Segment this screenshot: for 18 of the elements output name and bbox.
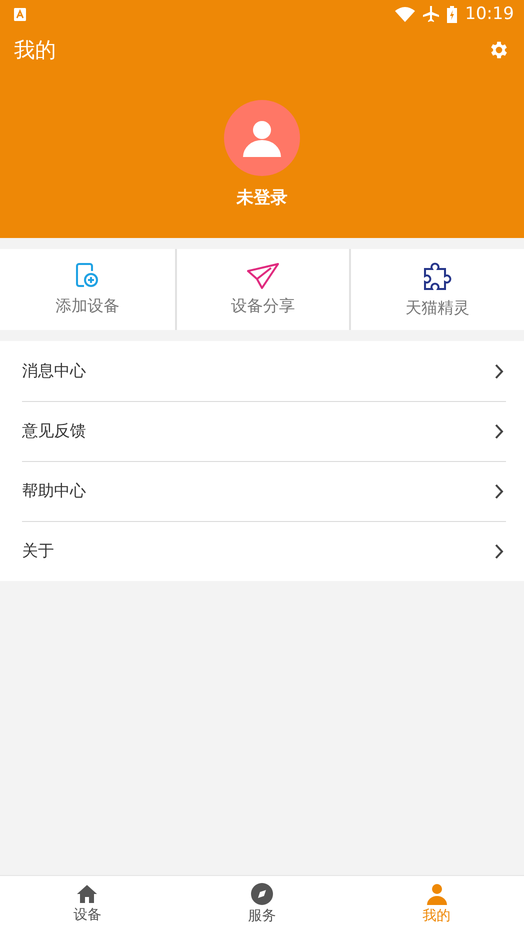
chevron-right-icon xyxy=(495,544,504,558)
home-icon xyxy=(76,884,98,904)
chevron-right-icon xyxy=(495,424,504,438)
wifi-icon xyxy=(395,6,415,22)
chevron-right-icon xyxy=(495,364,504,378)
airplane-icon xyxy=(423,6,439,22)
person-icon xyxy=(426,883,448,905)
app-notification-icon xyxy=(14,8,26,20)
status-time: 10:19 xyxy=(465,4,514,24)
puzzle-icon xyxy=(422,260,454,292)
chevron-right-icon xyxy=(495,484,504,498)
user-icon xyxy=(242,118,282,158)
settings-icon[interactable] xyxy=(488,39,510,61)
compass-icon xyxy=(250,883,273,905)
battery-icon xyxy=(447,6,457,22)
paper-plane-icon xyxy=(246,262,280,290)
device-add-icon xyxy=(74,262,100,290)
page-title: 我的 xyxy=(14,37,56,64)
